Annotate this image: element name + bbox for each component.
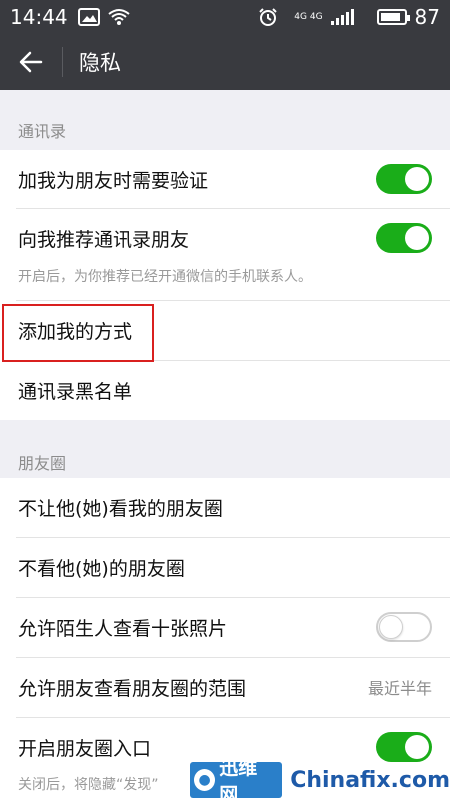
moments-entry-hint: 关闭后，将隐藏“发现” (18, 777, 159, 793)
section-title-moments: 朋友圈 (18, 454, 67, 473)
back-button[interactable] (0, 34, 62, 90)
highlight-box (2, 304, 154, 362)
row-blacklist[interactable]: 通讯录黑名单 (0, 361, 450, 419)
row-label: 通讯录黑名单 (18, 380, 133, 403)
status-time: 14:44 (10, 5, 68, 29)
recommend-hint: 开启后，为你推荐已经开通微信的手机联系人。 (18, 269, 312, 285)
alarm-icon (258, 7, 278, 27)
moments-group: 不让他(她)看我的朋友圈 不看他(她)的朋友圈 允许陌生人查看十张照片 允许朋友… (0, 478, 450, 800)
toggle-knob (379, 615, 403, 639)
watermark: ● 迅维网 Chinafix.com (190, 757, 450, 800)
watermark-site: Chinafix.com (290, 767, 450, 793)
status-bar: 14:44 4G 4G 87 (0, 0, 450, 34)
row-label: 开启朋友圈入口 (18, 737, 152, 760)
row-hide-their[interactable]: 不看他(她)的朋友圈 (0, 538, 450, 596)
image-icon (77, 8, 100, 26)
header-divider (62, 47, 63, 77)
page-title: 隐私 (79, 51, 121, 75)
toggle-recommend-contacts[interactable] (376, 223, 432, 253)
battery-icon (376, 9, 410, 25)
title-bar: 隐私 (0, 34, 450, 90)
back-arrow-icon (19, 51, 43, 73)
toggle-add-verify[interactable] (376, 164, 432, 194)
contacts-group: 加我为朋友时需要验证 向我推荐通讯录朋友 开启后，为你推荐已经开通微信的手机联系… (0, 150, 450, 420)
row-label: 允许陌生人查看十张照片 (18, 617, 228, 640)
network-type: 4G 4G (294, 11, 323, 22)
row-label: 加我为朋友时需要验证 (18, 169, 209, 192)
row-label: 向我推荐通讯录朋友 (18, 228, 190, 251)
toggle-moments-entry[interactable] (376, 732, 432, 762)
row-label: 不看他(她)的朋友圈 (18, 557, 185, 580)
status-right-group: 4G 4G 87 (258, 5, 440, 29)
toggle-knob (405, 226, 429, 250)
wifi-icon (108, 8, 130, 26)
row-label: 不让他(她)看我的朋友圈 (18, 497, 223, 520)
watermark-mark-icon: ● (194, 769, 216, 791)
signal-icon (330, 9, 361, 25)
row-label: 允许朋友查看朋友圈的范围 (18, 677, 247, 700)
visible-range-value: 最近半年 (367, 679, 432, 698)
watermark-logo: ● 迅维网 (190, 757, 283, 800)
row-hide-from[interactable]: 不让他(她)看我的朋友圈 (0, 478, 450, 536)
battery-fill (380, 13, 400, 21)
toggle-knob (405, 735, 429, 759)
row-visible-range[interactable]: 允许朋友查看朋友圈的范围 最近半年 (0, 658, 450, 716)
toggle-knob (405, 167, 429, 191)
battery-percent: 87 (414, 5, 440, 29)
toggle-stranger-ten-photos[interactable] (376, 612, 432, 642)
watermark-brand: 迅维网 (219, 757, 258, 800)
section-title-contacts: 通讯录 (18, 122, 67, 141)
